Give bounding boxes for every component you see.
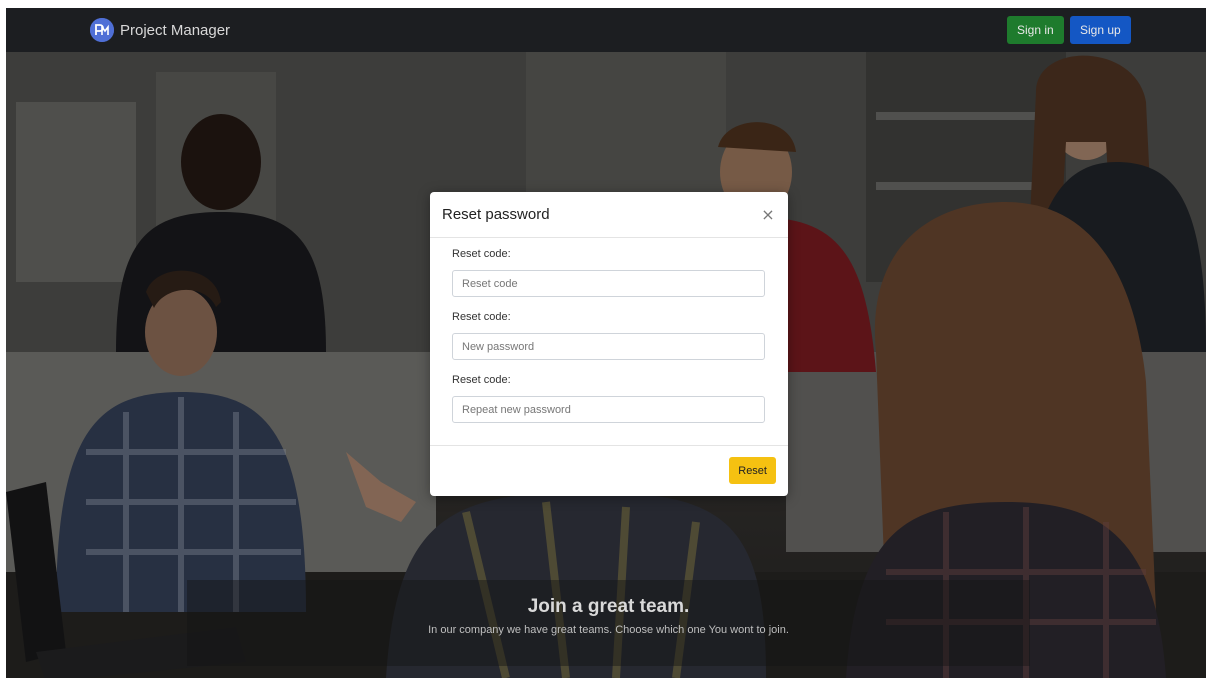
modal-title: Reset password bbox=[442, 206, 550, 223]
brand-name: Project Manager bbox=[120, 21, 231, 39]
new-password-label: Reset code: bbox=[452, 311, 511, 323]
brand-link[interactable]: Project Manager bbox=[90, 18, 230, 42]
caption-title: Join a great team. bbox=[527, 596, 690, 617]
sign-up-button[interactable]: Sign up bbox=[1070, 16, 1131, 44]
new-password-input[interactable] bbox=[452, 333, 765, 360]
reset-code-label: Reset code: bbox=[452, 248, 511, 260]
reset-code-input[interactable] bbox=[452, 270, 765, 297]
carousel-caption: Join a great team. In our company we hav… bbox=[187, 580, 1030, 666]
navbar: Project Manager Sign in Sign up bbox=[6, 8, 1206, 52]
sign-in-button[interactable]: Sign in bbox=[1007, 16, 1064, 44]
modal-footer: Reset bbox=[430, 445, 788, 496]
modal-header: Reset password × bbox=[430, 192, 788, 238]
reset-button[interactable]: Reset bbox=[729, 457, 776, 484]
app-frame: Project Manager Sign in Sign up Join a g… bbox=[6, 8, 1206, 678]
repeat-password-label: Reset code: bbox=[452, 374, 511, 386]
repeat-password-input[interactable] bbox=[452, 396, 765, 423]
modal-body: Reset code: Reset code: Reset code: bbox=[430, 238, 788, 423]
pm-logo-icon bbox=[90, 18, 114, 42]
reset-password-modal: Reset password × Reset code: Reset code:… bbox=[430, 192, 788, 496]
close-icon[interactable]: × bbox=[758, 204, 778, 224]
caption-text: In our company we have great teams. Choo… bbox=[428, 624, 789, 636]
